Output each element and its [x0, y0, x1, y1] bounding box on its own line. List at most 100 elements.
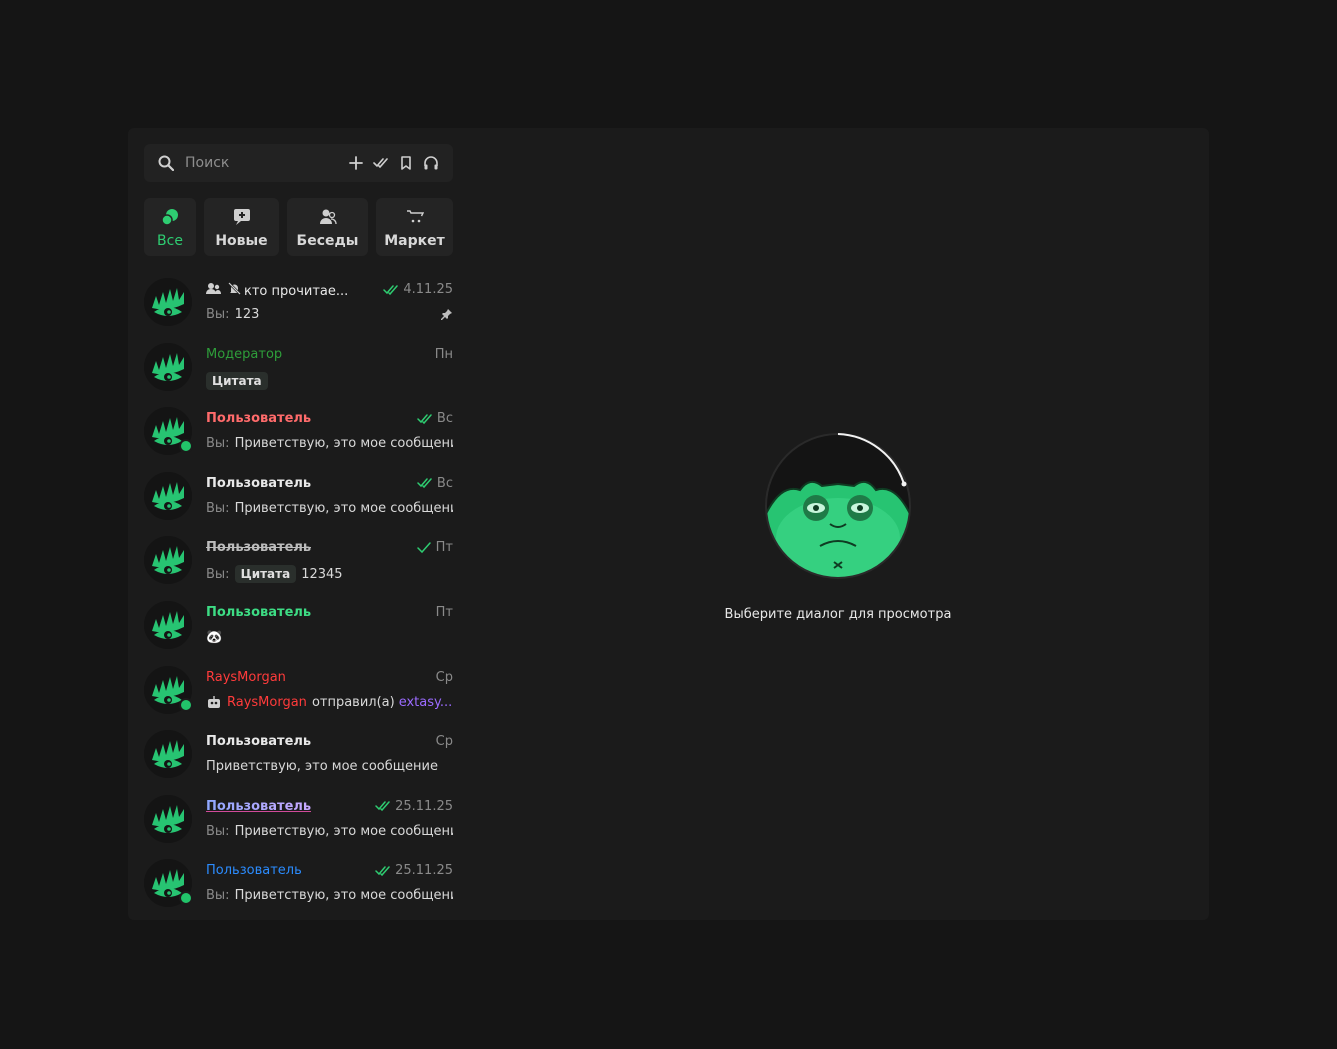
read-check-icon [417, 413, 432, 424]
chat-title: Пользователь [206, 605, 311, 620]
chat-row[interactable]: Пользователь Пт 🐼 [144, 597, 453, 662]
frog-mascot-icon [765, 433, 911, 579]
chat-meta: Ср [436, 734, 453, 749]
read-check-icon [417, 478, 432, 489]
chat-row[interactable]: Пользователь 25.11.25 Вы: Приветствую, эт… [144, 791, 453, 856]
avatar[interactable] [144, 278, 192, 326]
users-icon [319, 209, 337, 225]
chat-meta: 25.11.25 [375, 863, 453, 878]
tab-conversations[interactable]: Беседы [287, 198, 368, 256]
avatar[interactable] [144, 859, 193, 908]
chat-date: 4.11.25 [403, 282, 453, 297]
chat-title: Модератор [206, 347, 282, 362]
avatar[interactable] [144, 342, 192, 391]
quote-badge: Цитата [234, 565, 297, 584]
message-preview: 123 [234, 307, 260, 322]
chat-row[interactable]: Пользователь Вс Вы: Приветствую, это мое … [144, 403, 453, 468]
chat-row[interactable]: Пользователь Вс Вы: Приветствую, это мое … [144, 468, 453, 533]
chat-list: кто прочитае... 4.11.25 Вы: 123 Модератор… [144, 274, 453, 920]
read-check-icon [375, 866, 390, 876]
chat-row[interactable]: RaysMorgan Ср RaysMorgan отправил(а) extas… [144, 662, 453, 727]
chat-row[interactable]: Пользователь Ср Приветствую, это мое соо… [144, 726, 453, 791]
chat-meta: Ср [436, 670, 453, 685]
chat-title: Пользователь [206, 476, 311, 491]
avatar[interactable] [144, 665, 193, 714]
search-input[interactable]: Поиск [185, 155, 229, 171]
chat-date: 25.11.25 [395, 798, 453, 814]
chat-row[interactable]: кто прочитае... 4.11.25 Вы: 123 [144, 274, 453, 339]
sent-check-icon [416, 542, 431, 553]
chat-name: RaysMorgan [206, 669, 286, 685]
chat-name: Пользователь [206, 411, 312, 427]
tab-label: Беседы [296, 233, 359, 249]
tab-new[interactable]: Новые [204, 198, 279, 256]
chat-row[interactable]: Пользователь 25.11.25 Вы: Приветствую, эт… [144, 855, 453, 920]
chat-name: Модератор [206, 346, 283, 362]
chat-name: Пользователь [206, 604, 312, 620]
group-icon [206, 283, 221, 294]
avatar[interactable] [144, 794, 192, 843]
message-preview: Приветствую, это мое сообщени... [234, 436, 453, 452]
muted-bell-icon [228, 282, 241, 295]
chat-title: кто прочитае... [206, 282, 348, 299]
chat-name: Пользователь [206, 734, 312, 750]
bot-icon [208, 696, 220, 709]
chat-date: 25.11.25 [395, 863, 453, 879]
message-preview: Приветствую, это мое сообщени... [234, 500, 453, 516]
sticker-preview: 🐼 [206, 629, 223, 645]
chat-date: Вс [436, 475, 453, 491]
avatar[interactable] [144, 407, 193, 456]
quote-badge: Цитата [206, 371, 268, 390]
chat-title: RaysMorgan [206, 670, 286, 685]
chat-date: Вс [436, 411, 453, 427]
chat-preview: Приветствую, это мое сообщение [206, 759, 438, 774]
chat-meta: Пт [416, 540, 453, 555]
app-window: Поиск Все Новые Беседы Маркет кто прочит… [128, 128, 1209, 920]
you-prefix: Вы: [206, 500, 230, 516]
tab-bar: Все Новые Беседы Маркет [144, 198, 453, 256]
pin-icon [441, 309, 452, 320]
chat-row[interactable]: Пользователь Пт Вы: Цитата 12345 [144, 532, 453, 597]
chat-date: Пт [435, 604, 453, 620]
cart-icon [406, 210, 424, 223]
tab-label: Маркет [384, 233, 445, 249]
tab-market[interactable]: Маркет [376, 198, 453, 256]
chat-title: Пользователь [206, 734, 311, 749]
message-preview: Приветствую, это мое сообщени... [234, 823, 453, 839]
search-bar[interactable]: Поиск [144, 144, 453, 182]
new-message-icon [233, 209, 250, 225]
chat-meta: Вс [417, 411, 453, 426]
avatar[interactable] [144, 600, 192, 649]
chat-date: Пт [435, 540, 453, 556]
empty-state-text: Выберите диалог для просмотра [724, 607, 952, 622]
chat-preview: Вы: Приветствую, это мое сообщени... [206, 501, 453, 516]
chat-name: Пользователь [206, 863, 302, 879]
plus-icon[interactable] [348, 155, 364, 171]
you-prefix: Вы: [206, 307, 230, 322]
you-prefix: Вы: [206, 823, 230, 839]
you-prefix: Вы: [206, 888, 230, 904]
avatar[interactable] [144, 536, 192, 585]
chat-row[interactable]: Модератор Пн Цитата [144, 339, 453, 404]
avatar[interactable] [144, 471, 192, 520]
chat-name: Пользователь [206, 475, 312, 491]
chat-name: Пользователь [206, 798, 312, 814]
bot-user-name: RaysMorgan [227, 694, 307, 710]
you-prefix: Вы: [206, 436, 230, 452]
headphones-icon[interactable] [423, 155, 439, 171]
bookmark-icon[interactable] [398, 155, 414, 171]
avatar[interactable] [144, 730, 192, 779]
bot-action: отправил(а) [311, 694, 395, 710]
message-preview: Приветствую, это мое сообщение [206, 759, 438, 775]
chat-preview: Вы: Цитата 12345 [206, 565, 343, 584]
tab-all[interactable]: Все [144, 198, 196, 256]
chat-meta: Вс [417, 476, 453, 491]
double-check-icon[interactable] [373, 155, 389, 171]
read-check-icon [375, 801, 390, 812]
chat-meta: Пт [436, 605, 453, 620]
chat-preview: Вы: Приветствую, это мое сообщени... [206, 888, 453, 903]
chat-title: Пользователь [206, 863, 302, 878]
chat-meta: 25.11.25 [375, 799, 453, 814]
chat-preview: Цитата [206, 371, 268, 390]
sidebar: Поиск Все Новые Беседы Маркет кто прочит… [144, 144, 453, 920]
